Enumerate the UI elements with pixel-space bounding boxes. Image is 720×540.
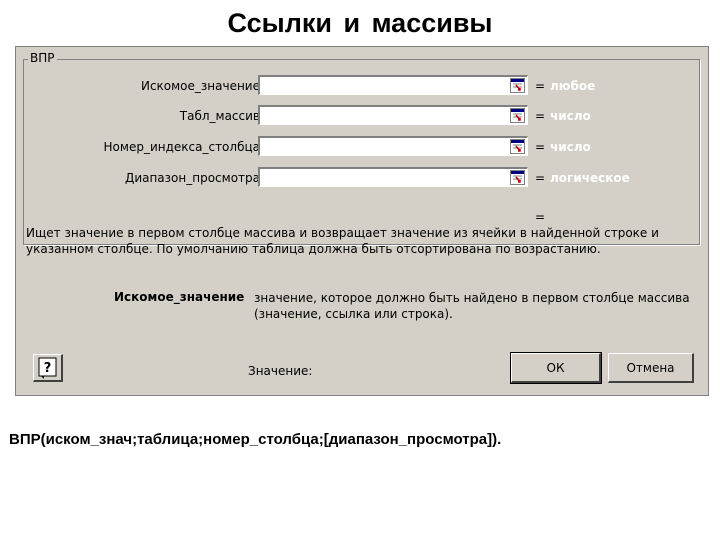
svg-text:?: ? [44, 361, 52, 376]
arg-eq-3: = [535, 140, 546, 154]
arg-eq-4: = [535, 171, 546, 185]
arg-input-range-lookup[interactable] [258, 167, 528, 187]
arg-input-table-array[interactable] [258, 105, 528, 125]
function-group-title: ВПР [28, 51, 57, 65]
arg-description-text: значение, которое должно быть найдено в … [254, 291, 690, 321]
collapse-dialog-icon[interactable] [510, 170, 525, 185]
arg-eq-2: = [535, 109, 546, 123]
function-description: Ищет значение в первом столбце массива и… [26, 226, 659, 256]
arg-hint-4: логическое [550, 171, 630, 185]
arg-input-col-index[interactable] [258, 136, 528, 156]
arg-eq-1: = [535, 79, 546, 93]
cancel-button[interactable]: Отмена [608, 353, 694, 383]
function-arguments-dialog: ВПР Искомое_значение = любое Табл_массив [15, 46, 709, 396]
arg-description-name: Искомое_значение [114, 290, 245, 304]
arg-label-range-lookup: Диапазон_просмотра [124, 171, 260, 185]
help-icon: ? [38, 357, 57, 379]
arg-hint-2: число [550, 109, 591, 123]
value-label: Значение: [248, 364, 313, 378]
function-group-box: ВПР Искомое_значение = любое Табл_массив [23, 51, 700, 245]
arg-label-table-array: Табл_массив [179, 109, 260, 123]
arg-label-col-index: Номер_индекса_столбца [103, 140, 260, 154]
result-eq: = [535, 210, 546, 224]
ok-button[interactable]: ОК [510, 352, 602, 384]
arg-label-lookup-value: Искомое_значение [140, 79, 260, 93]
help-button[interactable]: ? [33, 354, 63, 382]
function-syntax: ВПР(иском_знач;таблица;номер_столбца;[ди… [9, 431, 502, 448]
collapse-dialog-icon[interactable] [510, 78, 525, 93]
arg-input-lookup-value[interactable] [258, 75, 528, 95]
collapse-dialog-icon[interactable] [510, 108, 525, 123]
slide-title: Ссылки и массивы [227, 8, 493, 38]
arg-hint-3: число [550, 140, 591, 154]
arg-hint-1: любое [550, 79, 596, 93]
collapse-dialog-icon[interactable] [510, 139, 525, 154]
